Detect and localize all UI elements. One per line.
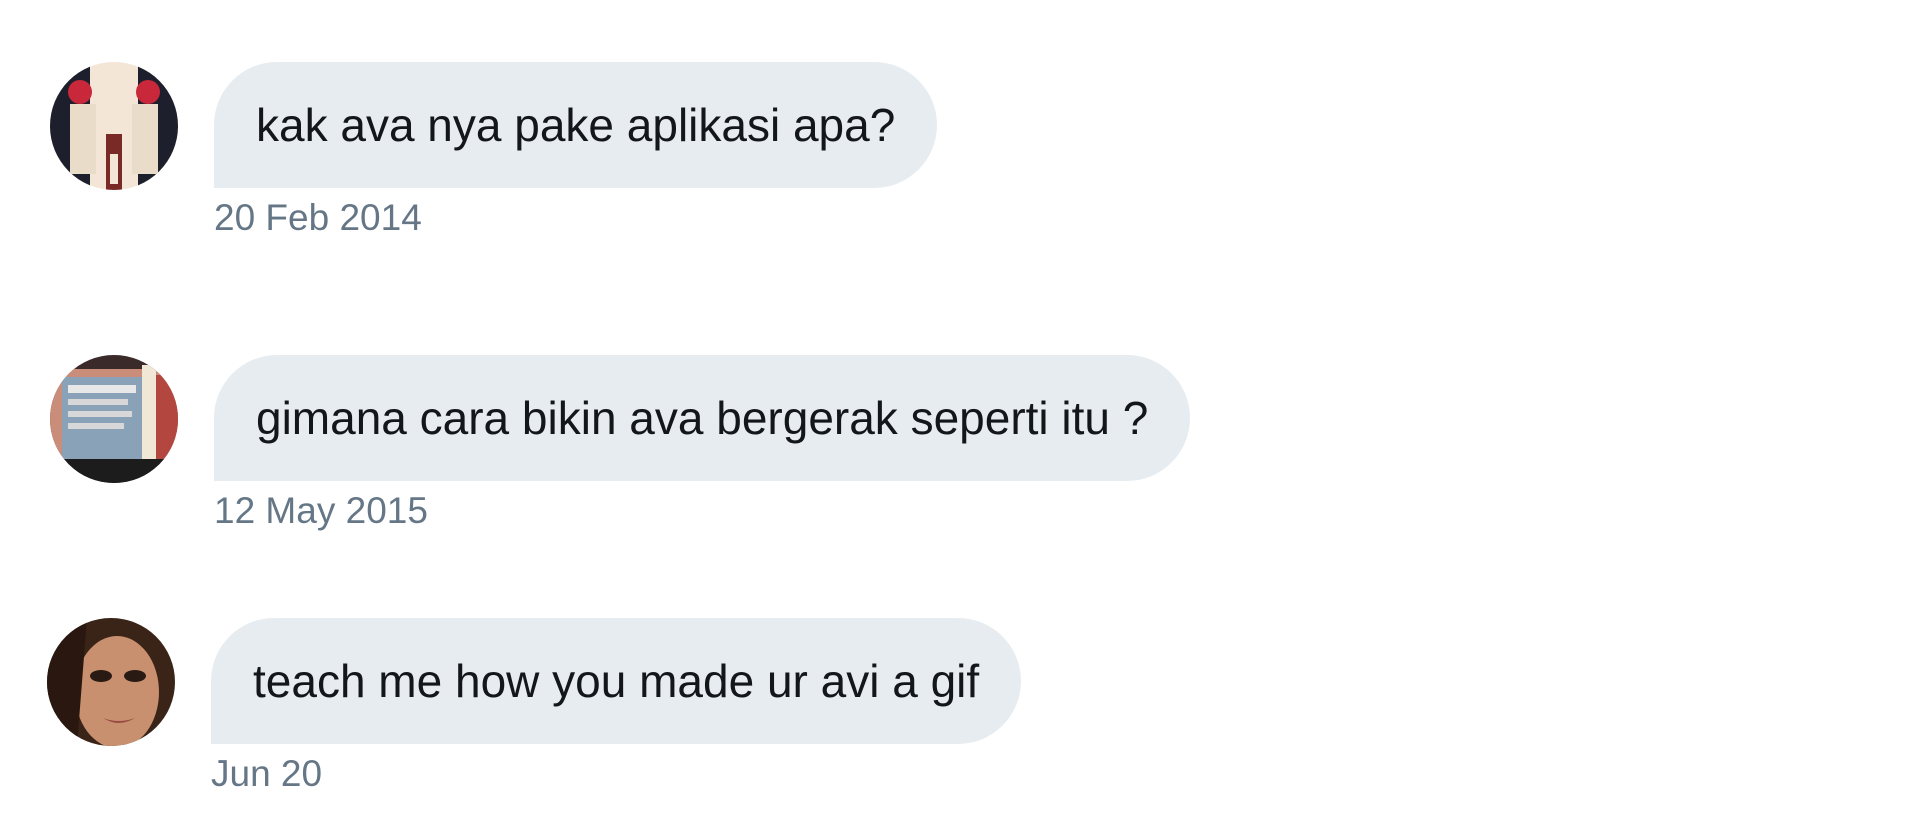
message-bubble[interactable]: gimana cara bikin ava bergerak seperti i… — [214, 355, 1191, 481]
message-bubble[interactable]: kak ava nya pake aplikasi apa? — [214, 62, 938, 188]
message-bubble[interactable]: teach me how you made ur avi a gif — [211, 618, 1022, 744]
user-avatar-icon[interactable] — [50, 62, 178, 190]
user-avatar-icon[interactable] — [50, 355, 178, 483]
message-timestamp: 12 May 2015 — [214, 490, 428, 531]
message-timestamp: 20 Feb 2014 — [214, 197, 422, 238]
message-item: kak ava nya pake aplikasi apa? 20 Feb 20… — [50, 62, 938, 242]
message-body: kak ava nya pake aplikasi apa? 20 Feb 20… — [214, 62, 938, 242]
message-body: teach me how you made ur avi a gif Jun 2… — [211, 618, 1022, 798]
user-avatar-icon[interactable] — [47, 618, 175, 746]
message-item: teach me how you made ur avi a gif Jun 2… — [47, 618, 1022, 798]
message-timestamp: Jun 20 — [211, 753, 323, 794]
message-body: gimana cara bikin ava bergerak seperti i… — [214, 355, 1191, 535]
message-item: gimana cara bikin ava bergerak seperti i… — [50, 355, 1191, 535]
